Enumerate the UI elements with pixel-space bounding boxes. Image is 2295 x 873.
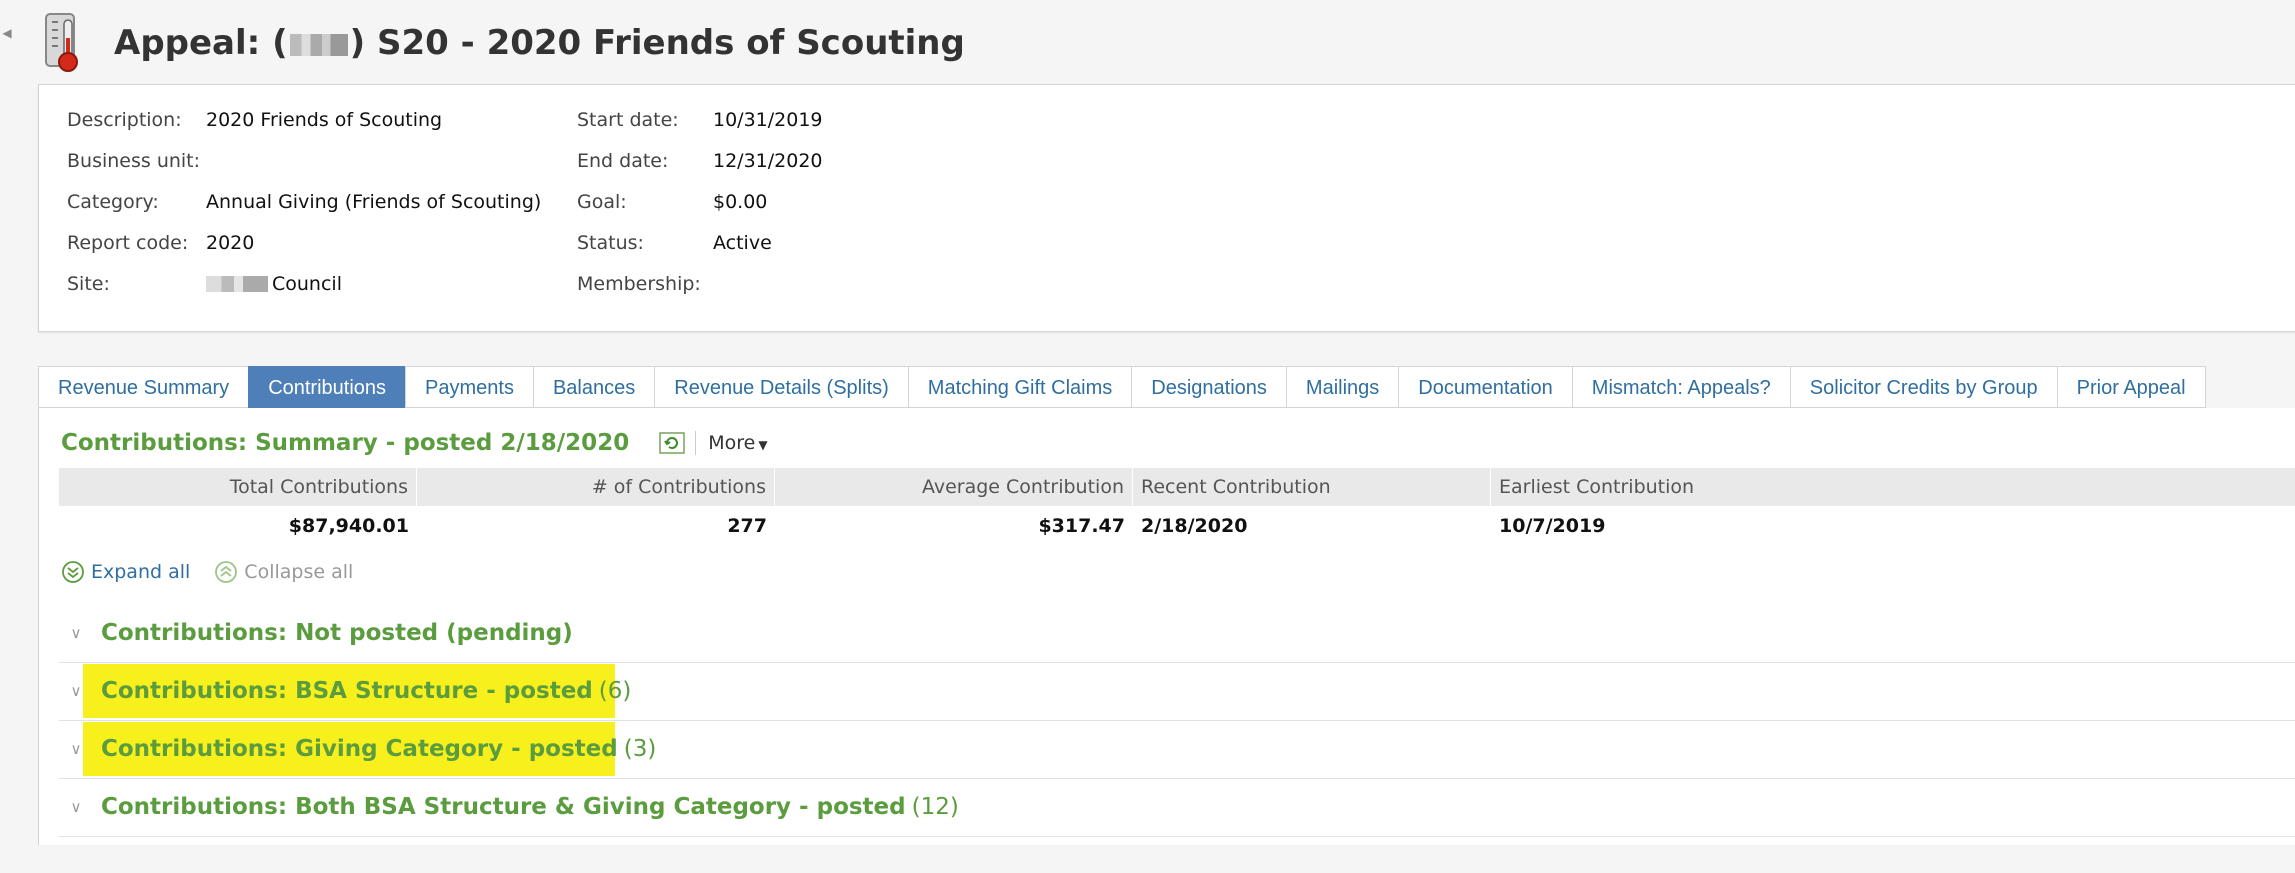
tab-bar: Revenue Summary Contributions Payments B… <box>38 366 2295 409</box>
count-contributions-value: 277 <box>727 515 767 537</box>
details-column-left: Description: 2020 Friends of Scouting Bu… <box>67 99 541 304</box>
detail-row-goal: Goal: $0.00 <box>577 190 768 213</box>
column-header-total-contributions: Total Contributions <box>59 468 417 506</box>
summary-title: Contributions: Summary - posted 2/18/202… <box>61 430 630 456</box>
section-not-posted-pending[interactable]: ∨ Contributions: Not posted (pending) <box>59 604 2295 663</box>
tab-revenue-details-splits[interactable]: Revenue Details (Splits) <box>654 366 908 408</box>
tab-contributions[interactable]: Contributions <box>248 366 406 408</box>
collapse-all-icon <box>215 561 238 583</box>
section-bsa-structure-posted[interactable]: ∨ Contributions: BSA Structure - posted … <box>59 662 2295 721</box>
column-header-recent-contribution: Recent Contribution <box>1133 468 1491 506</box>
detail-row-end-date: End date: 12/31/2020 <box>577 149 823 172</box>
page-header: Appeal: () S20 - 2020 Friends of Scoutin… <box>38 8 965 78</box>
detail-row-start-date: Start date: 10/31/2019 <box>577 108 823 131</box>
section-both-bsa-giving-posted[interactable]: ∨ Contributions: Both BSA Structure & Gi… <box>59 778 2295 837</box>
column-header-earliest-contribution: Earliest Contribution <box>1491 468 2295 506</box>
tab-payments[interactable]: Payments <box>405 366 533 408</box>
detail-row-report-code: Report code: 2020 <box>67 231 255 254</box>
summary-table: Total Contributions # of Contributions A… <box>59 468 2295 546</box>
redacted-text <box>206 276 268 292</box>
expand-all-icon <box>62 561 84 583</box>
section-giving-category-posted[interactable]: ∨ Contributions: Giving Category - poste… <box>59 720 2295 779</box>
average-contribution-value: $317.47 <box>1038 515 1125 537</box>
detail-row-membership: Membership: <box>577 272 701 295</box>
refresh-icon[interactable] <box>659 432 685 454</box>
column-header-count-contributions: # of Contributions <box>417 468 775 506</box>
earliest-contribution-value: 10/7/2019 <box>1499 515 1606 537</box>
more-menu-button[interactable]: More ▼ <box>708 432 767 454</box>
details-column-right: Start date: 10/31/2019 End date: 12/31/2… <box>577 99 823 304</box>
detail-row-site: Site: Council <box>67 272 342 295</box>
summary-header: Contributions: Summary - posted 2/18/202… <box>61 430 768 456</box>
appeal-details-panel: Description: 2020 Friends of Scouting Bu… <box>38 84 2295 332</box>
tab-designations[interactable]: Designations <box>1131 366 1286 408</box>
summary-table-header: Total Contributions # of Contributions A… <box>59 468 2295 506</box>
tab-balances[interactable]: Balances <box>532 366 655 408</box>
expand-all-button[interactable]: Expand all <box>61 560 190 584</box>
recent-contribution-value: 2/18/2020 <box>1141 515 1248 537</box>
column-header-average-contribution: Average Contribution <box>775 468 1133 506</box>
detail-row-description: Description: 2020 Friends of Scouting <box>67 108 443 131</box>
summary-table-row: $87,940.01 277 $317.47 2/18/2020 10/7/20… <box>59 506 2295 546</box>
tab-mismatch-appeals[interactable]: Mismatch: Appeals? <box>1571 366 1790 408</box>
tab-revenue-summary[interactable]: Revenue Summary <box>38 366 249 408</box>
tab-solicitor-credits-by-group[interactable]: Solicitor Credits by Group <box>1789 366 2057 408</box>
tab-mailings[interactable]: Mailings <box>1285 366 1399 408</box>
redacted-text <box>289 33 348 56</box>
caret-down-icon: ▼ <box>758 438 768 452</box>
toolbar-divider <box>695 431 697 455</box>
thermometer-icon <box>45 13 78 72</box>
tab-documentation[interactable]: Documentation <box>1398 366 1572 408</box>
chevron-down-icon: ∨ <box>70 682 82 700</box>
panel-collapse-handle[interactable]: ◀ <box>0 22 14 44</box>
chevron-down-icon: ∨ <box>70 624 82 642</box>
tab-matching-gift-claims[interactable]: Matching Gift Claims <box>907 366 1132 408</box>
contributions-tab-content: Contributions: Summary - posted 2/18/202… <box>38 408 2295 845</box>
chevron-down-icon: ∨ <box>70 798 82 816</box>
collapse-all-button[interactable]: Collapse all <box>214 560 353 584</box>
page-title: Appeal: () S20 - 2020 Friends of Scoutin… <box>114 23 965 63</box>
expand-collapse-controls: Expand all Collapse all <box>61 560 377 584</box>
total-contributions-value: $87,940.01 <box>288 515 409 537</box>
detail-row-business-unit: Business unit: <box>67 149 201 172</box>
detail-row-category: Category: Annual Giving (Friends of Scou… <box>67 190 542 213</box>
detail-row-status: Status: Active <box>577 231 772 254</box>
tab-prior-appeal[interactable]: Prior Appeal <box>2056 366 2206 408</box>
chevron-down-icon: ∨ <box>70 740 82 758</box>
